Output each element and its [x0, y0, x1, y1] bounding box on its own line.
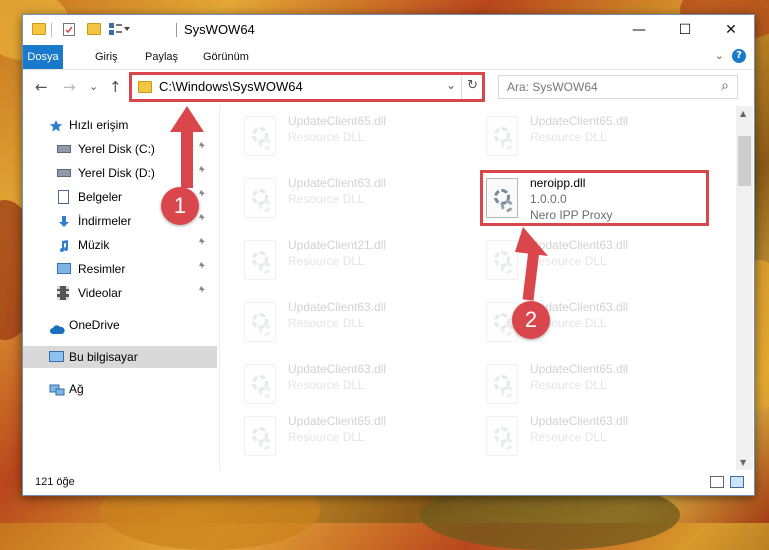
step-badge-1: 1 — [161, 187, 199, 225]
arrow-2 — [515, 227, 548, 301]
step-badge-2: 2 — [512, 301, 550, 339]
arrow-1 — [170, 106, 204, 188]
annotation-arrows — [170, 106, 548, 301]
